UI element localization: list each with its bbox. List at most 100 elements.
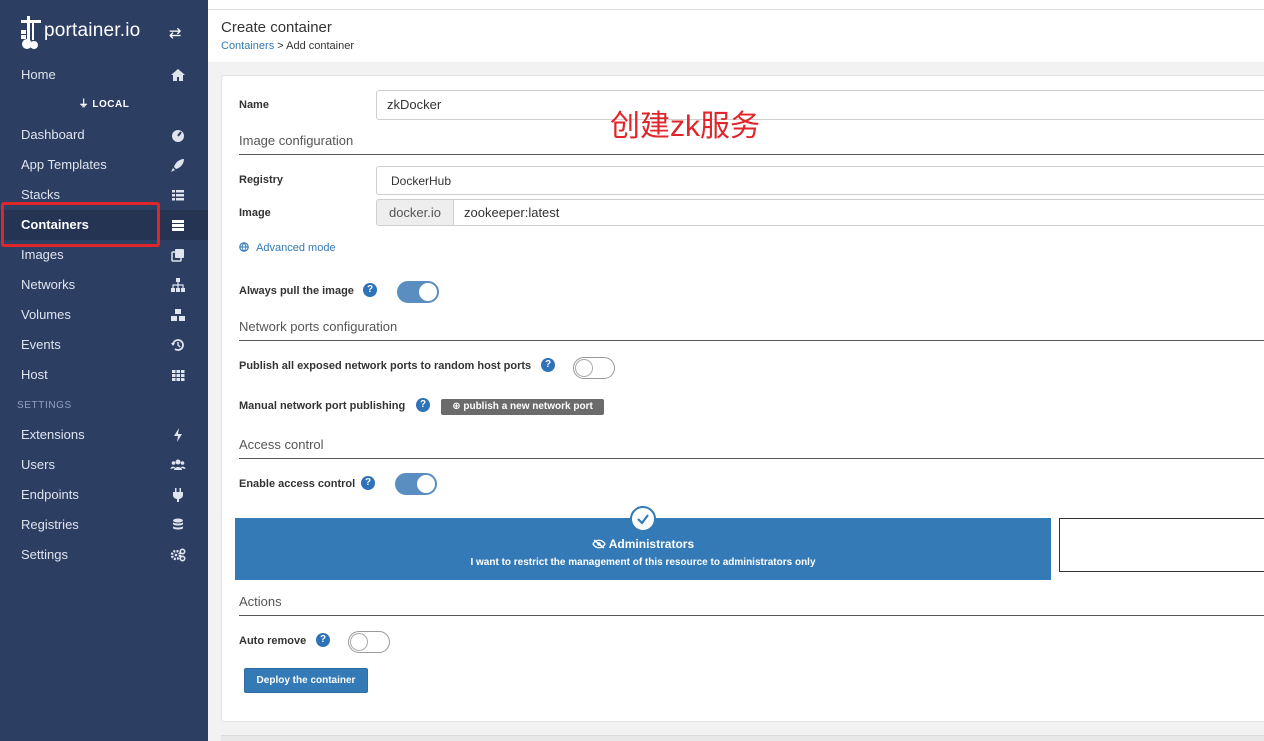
breadcrumb-separator: > [274, 40, 287, 52]
plug-icon [173, 488, 183, 502]
breadcrumb-containers-link[interactable]: Containers [221, 40, 274, 52]
sidebar-item-app-templates[interactable]: App Templates [0, 150, 208, 180]
cogs-icon [170, 548, 186, 562]
access-control-toggle[interactable] [395, 473, 437, 495]
eye-slash-icon [592, 537, 609, 551]
registry-select[interactable]: DockerHub [376, 166, 1264, 195]
next-panel-edge [221, 735, 1264, 741]
publish-all-help-icon[interactable]: ? [541, 358, 555, 372]
sidebar-toggle-icon[interactable]: ⇄ [169, 26, 187, 42]
sidebar-item-label: Users [21, 457, 55, 472]
advanced-mode-label: Advanced mode [256, 242, 336, 254]
sidebar-item-dashboard[interactable]: Dashboard [0, 120, 208, 150]
toggle-knob [350, 633, 368, 651]
publish-all-ports-label: Publish all exposed network ports to ran… [239, 360, 532, 372]
toggle-knob [417, 475, 435, 493]
auto-remove-help-icon[interactable]: ? [316, 633, 330, 647]
publish-new-port-label: publish a new network port [463, 401, 593, 412]
server-icon [172, 220, 184, 231]
auto-remove-label: Auto remove [239, 635, 307, 647]
sidebar-item-host[interactable]: Host [0, 360, 208, 390]
sidebar-item-label: Endpoints [21, 487, 79, 502]
sidebar-item-label: Volumes [21, 307, 71, 322]
sitemap-icon [171, 278, 185, 292]
sidebar-item-events[interactable]: Events [0, 330, 208, 360]
sidebar-item-endpoints[interactable]: Endpoints [0, 480, 208, 510]
settings-section-header: SETTINGS [17, 400, 72, 411]
advanced-mode-link[interactable]: Advanced mode [239, 242, 336, 254]
network-ports-section-title: Network ports configuration [239, 319, 1264, 341]
database-icon [173, 518, 183, 530]
image-registry-prefix: docker.io [376, 199, 454, 226]
manual-ports-help-icon[interactable]: ? [416, 398, 430, 412]
sidebar-item-home[interactable]: Home [0, 60, 208, 90]
auto-remove-toggle[interactable] [348, 631, 390, 653]
top-bar [208, 0, 1264, 10]
sidebar-item-label: Events [21, 337, 61, 352]
sidebar-item-label: Home [21, 67, 56, 82]
administrators-title-text: Administrators [608, 537, 695, 551]
sidebar-item-settings[interactable]: Settings [0, 540, 208, 570]
access-control-section-title: Access control [239, 437, 1264, 459]
th-icon [172, 370, 185, 381]
toggle-knob [575, 359, 593, 377]
check-icon [630, 506, 656, 532]
always-pull-toggle[interactable] [397, 281, 439, 303]
containers-highlight-box [1, 202, 160, 247]
registry-label: Registry [239, 174, 284, 186]
breadcrumb-current: Add container [286, 40, 355, 52]
sidebar-item-registries[interactable]: Registries [0, 510, 208, 540]
users-icon [170, 459, 186, 470]
deploy-container-button[interactable]: Deploy the container [244, 668, 368, 693]
plus-circle-icon: ⊕ [452, 401, 464, 412]
always-pull-help-icon[interactable]: ? [363, 283, 377, 297]
publish-new-port-button[interactable]: ⊕ publish a new network port [441, 399, 604, 415]
administrators-option-box[interactable]: Administrators I want to restrict the ma… [235, 506, 1051, 580]
administrators-title: Administrators [235, 537, 1051, 551]
always-pull-label: Always pull the image [239, 285, 354, 297]
sidebar-item-label: Stacks [21, 187, 61, 202]
bolt-icon [174, 428, 182, 442]
administrators-description: I want to restrict the management of thi… [470, 557, 816, 568]
portainer-logo-icon [21, 16, 41, 49]
dashboard-icon [172, 130, 184, 142]
restricted-option-box[interactable] [1059, 518, 1264, 572]
sidebar-item-label: App Templates [21, 157, 107, 172]
image-label: Image [239, 207, 271, 219]
page-title: Create container [221, 19, 332, 36]
sidebar-item-label: Networks [21, 277, 76, 292]
endpoint-header: ⏚ LOCAL [0, 95, 208, 115]
publish-all-ports-toggle[interactable] [573, 357, 615, 379]
name-label: Name [239, 99, 269, 111]
actions-section-title: Actions [239, 594, 1264, 616]
home-icon [171, 69, 185, 81]
image-input[interactable]: zookeeper:latest [453, 199, 1264, 226]
cubes-icon [171, 309, 185, 321]
name-input[interactable]: zkDocker [376, 90, 1264, 120]
toggle-knob [419, 283, 437, 301]
sidebar-item-label: Dashboard [21, 127, 85, 142]
sidebar-item-label: Extensions [21, 427, 85, 442]
th-list-icon [172, 190, 184, 201]
sidebar-item-users[interactable]: Users [0, 450, 208, 480]
annotation-text: 创建zk服务 [610, 110, 760, 143]
sidebar-item-label: Registries [21, 517, 79, 532]
enable-access-control-label: Enable access control [239, 478, 356, 490]
sidebar-item-label: Host [21, 367, 48, 382]
sidebar-item-networks[interactable]: Networks [0, 270, 208, 300]
manual-port-publishing-label: Manual network port publishing [239, 400, 406, 412]
sidebar-item-extensions[interactable]: Extensions [0, 420, 208, 450]
plug-icon: ⏚ [78, 99, 93, 110]
sidebar: portainer.io ⇄ Home ⏚ LOCAL Dashboard Ap… [0, 0, 208, 741]
history-icon [171, 339, 184, 351]
breadcrumb: Containers > Add container [221, 40, 354, 52]
sidebar-item-label: Images [21, 247, 64, 262]
logo-row: portainer.io ⇄ [0, 0, 208, 60]
globe-icon [239, 242, 249, 252]
page-header: Create container Containers > Add contai… [208, 10, 1264, 62]
rocket-icon [171, 159, 184, 172]
logo-text: portainer.io [44, 20, 141, 41]
access-control-help-icon[interactable]: ? [361, 476, 375, 490]
create-container-form: Name zkDocker Image configuration Regist… [221, 75, 1264, 722]
sidebar-item-volumes[interactable]: Volumes [0, 300, 208, 330]
